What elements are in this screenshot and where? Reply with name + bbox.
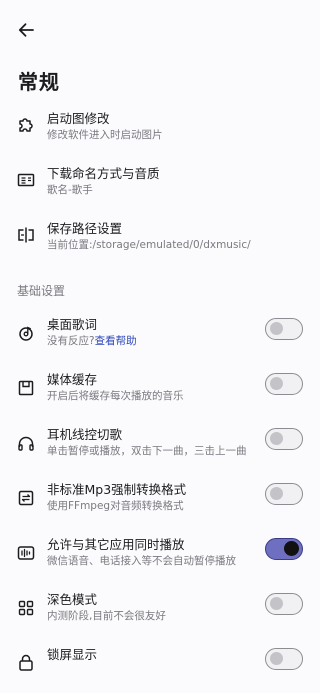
- desktop-lyrics-toggle[interactable]: [265, 318, 303, 340]
- headphones-icon: [15, 432, 37, 454]
- setting-title: 锁屏显示: [47, 647, 98, 662]
- setting-subtitle: 内测阶段,目前不会很友好: [47, 610, 166, 622]
- back-button[interactable]: [14, 18, 38, 42]
- setting-subtitle: 歌名-歌手: [47, 184, 93, 196]
- setting-mix-playback[interactable]: 允许与其它应用同时播放 微信语音、电话接入等不会自动暂停播放: [0, 528, 320, 583]
- setting-mp3-convert[interactable]: 非标准Mp3强制转换格式 使用FFmpeg对音频转换格式: [0, 473, 320, 528]
- setting-headset-control[interactable]: 耳机线控切歌 单击暂停或播放，双击下一曲，三击上一曲: [0, 418, 320, 473]
- mix-playback-toggle[interactable]: [265, 538, 303, 560]
- setting-title: 非标准Mp3强制转换格式: [47, 482, 187, 497]
- toggle-knob: [270, 652, 283, 665]
- setting-subtitle: 当前位置:/storage/emulated/0/dxmusic/: [47, 239, 251, 251]
- setting-subtitle: 微信语音、电话接入等不会自动暂停播放: [47, 555, 236, 567]
- audio-wave-icon: [15, 542, 37, 564]
- setting-title: 耳机线控切歌: [47, 427, 123, 442]
- arrow-left-icon: [17, 21, 35, 39]
- setting-title: 深色模式: [47, 592, 98, 607]
- toggle-knob: [270, 432, 283, 445]
- setting-desktop-lyrics[interactable]: 桌面歌词 没有反应?查看帮助: [0, 308, 320, 363]
- help-link[interactable]: 查看帮助: [95, 335, 137, 347]
- top-bar: [0, 0, 320, 58]
- setting-media-cache[interactable]: 媒体缓存 开启后将缓存每次播放的音乐: [0, 363, 320, 418]
- setting-title: 允许与其它应用同时播放: [47, 537, 185, 552]
- section-label-basic: 基础设置: [17, 284, 66, 298]
- setting-subtitle: 使用FFmpeg对音频转换格式: [47, 500, 184, 512]
- grid-icon: [15, 597, 37, 619]
- setting-title: 保存路径设置: [47, 221, 123, 236]
- setting-title: 启动图修改: [47, 111, 110, 126]
- lyrics-icon: [15, 322, 37, 344]
- setting-subtitle: 开启后将缓存每次播放的音乐: [47, 390, 184, 402]
- toggle-knob: [284, 541, 299, 556]
- setting-lock-screen[interactable]: 锁屏显示: [0, 638, 320, 693]
- setting-dark-mode[interactable]: 深色模式 内测阶段,目前不会很友好: [0, 583, 320, 638]
- lock-screen-toggle[interactable]: [265, 648, 303, 670]
- setting-splash-image[interactable]: 启动图修改 修改软件进入时启动图片: [0, 100, 320, 155]
- convert-icon: [15, 487, 37, 509]
- setting-subtitle: 没有反应?查看帮助: [47, 333, 137, 348]
- page-title: 常规: [18, 70, 60, 94]
- media-cache-toggle[interactable]: [265, 373, 303, 395]
- toggle-knob: [270, 487, 283, 500]
- puzzle-icon: [15, 114, 37, 136]
- toggle-knob: [270, 322, 283, 335]
- dark-mode-toggle[interactable]: [265, 593, 303, 615]
- id-card-icon: [15, 169, 37, 191]
- setting-title: 媒体缓存: [47, 372, 98, 387]
- setting-subtitle-text: 没有反应?: [47, 335, 95, 347]
- setting-subtitle: 单击暂停或播放，双击下一曲，三击上一曲: [47, 445, 247, 457]
- mp3-convert-toggle[interactable]: [265, 483, 303, 505]
- setting-subtitle: 修改软件进入时启动图片: [47, 129, 163, 141]
- setting-title: 下载命名方式与音质: [47, 166, 160, 181]
- lock-screen-icon: [15, 652, 37, 674]
- headset-control-toggle[interactable]: [265, 428, 303, 450]
- setting-save-path[interactable]: 保存路径设置 当前位置:/storage/emulated/0/dxmusic/: [0, 210, 320, 265]
- toggle-knob: [270, 597, 283, 610]
- cache-box-icon: [15, 377, 37, 399]
- path-split-icon: [15, 224, 37, 246]
- toggle-knob: [270, 377, 283, 390]
- setting-title: 桌面歌词: [47, 317, 98, 332]
- setting-download-naming[interactable]: 下载命名方式与音质 歌名-歌手: [0, 155, 320, 210]
